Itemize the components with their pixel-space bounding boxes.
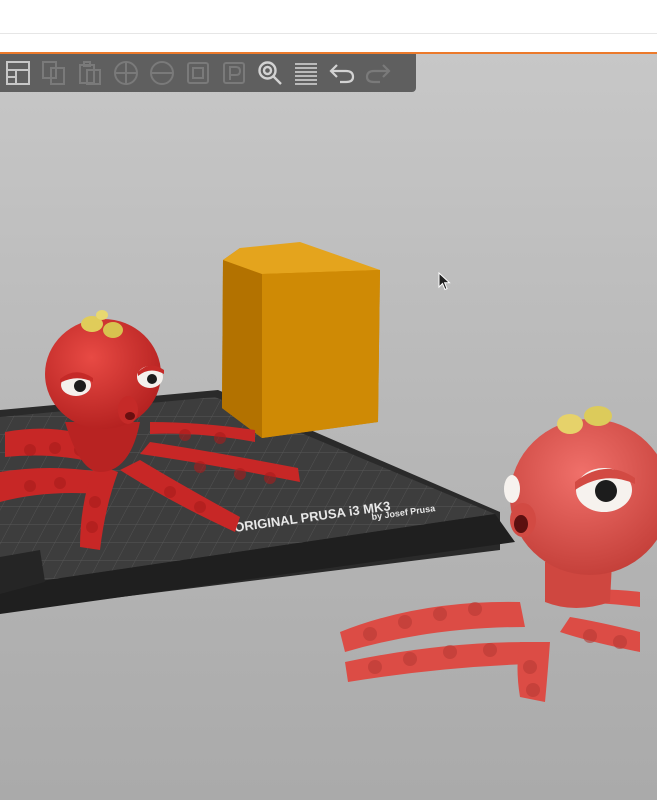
mouse-pointer-icon: [438, 272, 451, 291]
split-objects-icon[interactable]: [182, 57, 214, 89]
view-toolbar: [0, 54, 416, 92]
add-instance-icon[interactable]: [110, 57, 142, 89]
layers-icon[interactable]: [290, 57, 322, 89]
undo-icon[interactable]: [326, 57, 358, 89]
paste-icon[interactable]: [74, 57, 106, 89]
split-parts-icon[interactable]: [218, 57, 250, 89]
window-top-bar: [0, 0, 657, 52]
scene-canvas: ORIGINAL PRUSA i3 MK3 by Josef Prusa: [0, 242, 657, 702]
3d-viewport[interactable]: ORIGINAL PRUSA i3 MK3 by Josef Prusa: [0, 52, 657, 800]
redo-icon[interactable]: [362, 57, 394, 89]
search-icon[interactable]: [254, 57, 286, 89]
copy-icon[interactable]: [38, 57, 70, 89]
remove-instance-icon[interactable]: [146, 57, 178, 89]
layout-icon[interactable]: [2, 57, 34, 89]
wipe-tower[interactable]: [222, 242, 380, 438]
